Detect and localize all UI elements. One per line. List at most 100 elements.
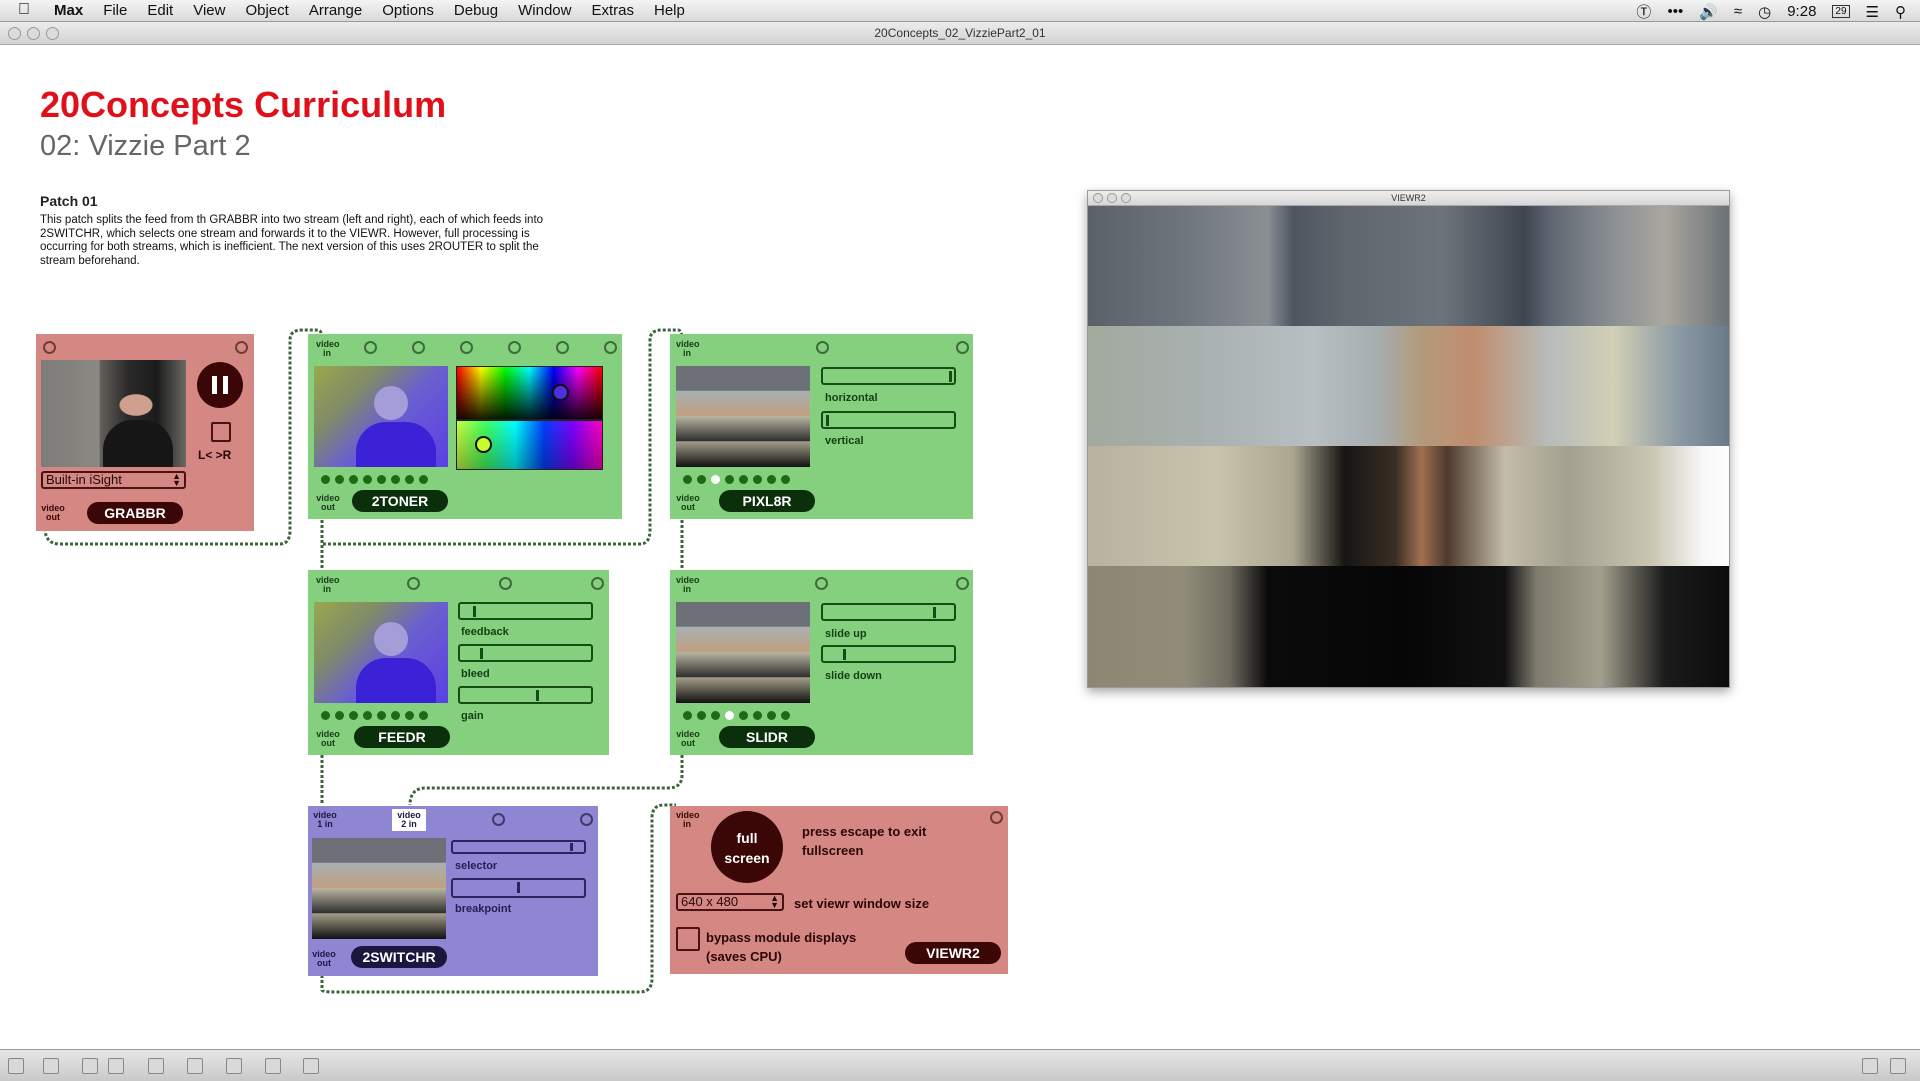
viewer-close-button[interactable] (1093, 193, 1103, 203)
module-2toner[interactable]: video in video out 2TONER (308, 334, 622, 519)
menu-help[interactable]: Help (654, 2, 685, 19)
selector-slider-knob[interactable] (570, 843, 573, 851)
breakpoint-slider[interactable] (451, 878, 586, 898)
sidebar-toggle-icon[interactable] (1862, 1058, 1878, 1074)
menu-arrange[interactable]: Arrange (309, 2, 362, 19)
color-picker-2-handle[interactable] (475, 436, 492, 453)
pixl8r-inlet-2[interactable] (956, 341, 969, 354)
feedr-module-badge[interactable]: FEEDR (354, 726, 450, 748)
slide-down-slider-knob[interactable] (843, 649, 846, 660)
menu-object[interactable]: Object (245, 2, 288, 19)
bleed-slider[interactable] (458, 644, 593, 662)
viewer-minimize-button[interactable] (1107, 193, 1117, 203)
camera-menu[interactable]: Built-in iSight ▲ ▼ (41, 471, 186, 489)
2switchr-inlet-1[interactable] (492, 813, 505, 826)
apple-logo-icon[interactable]:  (18, 1, 30, 19)
color-picker-1[interactable] (456, 366, 603, 420)
bypass-checkbox[interactable] (676, 927, 700, 951)
mirror-toggle[interactable] (211, 422, 231, 442)
2toner-inlet-2[interactable] (412, 341, 425, 354)
gain-slider-knob[interactable] (536, 690, 539, 701)
info-icon[interactable] (187, 1058, 203, 1074)
2toner-inlet-1[interactable] (364, 341, 377, 354)
menu-window[interactable]: Window (518, 2, 571, 19)
2switchr-video2-in-label[interactable]: video 2 in (392, 809, 426, 831)
presentation-icon[interactable] (43, 1058, 59, 1074)
menu-view[interactable]: View (193, 2, 225, 19)
grabbr-inlet-right[interactable] (235, 341, 248, 354)
gain-slider[interactable] (458, 686, 593, 704)
panel-toggle-icon[interactable] (1890, 1058, 1906, 1074)
viewer-window[interactable]: VIEWR2 (1087, 190, 1730, 688)
bleed-slider-knob[interactable] (480, 648, 483, 659)
pause-button[interactable] (197, 362, 243, 408)
led (377, 711, 386, 720)
grid-icon[interactable] (265, 1058, 281, 1074)
comment-icon[interactable] (148, 1058, 164, 1074)
module-grabbr[interactable]: L< >R Built-in iSight ▲ ▼ video out GRABB… (36, 334, 254, 531)
menu-options[interactable]: Options (382, 2, 434, 19)
horizontal-slider-knob[interactable] (949, 371, 952, 382)
lock-icon[interactable] (8, 1058, 24, 1074)
feedr-inlet-2[interactable] (499, 577, 512, 590)
slide-down-slider[interactable] (821, 645, 956, 663)
clock[interactable]: 9:28 (1787, 3, 1816, 20)
menu-debug[interactable]: Debug (454, 2, 498, 19)
feedback-slider[interactable] (458, 602, 593, 620)
feedr-inlet-3[interactable] (591, 577, 604, 590)
color-picker-2[interactable] (456, 420, 603, 470)
slidr-inlet-2[interactable] (956, 577, 969, 590)
color-picker-1-handle[interactable] (552, 384, 569, 401)
menu-extras[interactable]: Extras (591, 2, 634, 19)
module-feedr[interactable]: video in feedback bleed gain video out F… (308, 570, 609, 755)
wifi-icon[interactable]: ≈ (1734, 3, 1742, 20)
2toner-inlet-3[interactable] (460, 341, 473, 354)
menu-max[interactable]: Max (54, 2, 83, 19)
menu-edit[interactable]: Edit (147, 2, 173, 19)
2toner-inlet-5[interactable] (556, 341, 569, 354)
2switchr-module-badge[interactable]: 2SWITCHR (351, 946, 447, 968)
vertical-slider-knob[interactable] (826, 415, 829, 426)
slidr-module-badge[interactable]: SLIDR (719, 726, 815, 748)
viewr2-module-badge[interactable]: VIEWR2 (905, 942, 1001, 964)
viewr-inlet[interactable] (990, 811, 1003, 824)
grabbr-module-badge[interactable]: GRABBR (87, 502, 183, 524)
vertical-slider[interactable] (821, 411, 956, 429)
more-icon[interactable]: ••• (1667, 3, 1683, 20)
2toner-inlet-6[interactable] (604, 341, 617, 354)
list-icon[interactable]: ☰ (1866, 3, 1879, 21)
window-titlebar: 20Concepts_02_VizziePart2_01 (0, 22, 1920, 45)
pixl8r-inlet-1[interactable] (816, 341, 829, 354)
spotlight-icon[interactable]: ⚲ (1895, 3, 1906, 21)
horizontal-slider[interactable] (821, 367, 956, 385)
volume-icon[interactable]: 🔊 (1699, 3, 1718, 21)
delete-icon[interactable] (108, 1058, 124, 1074)
fullscreen-button[interactable]: full screen (711, 811, 783, 883)
feedr-inlet-1[interactable] (407, 577, 420, 590)
2toner-inlet-4[interactable] (508, 341, 521, 354)
selector-slider[interactable] (451, 840, 586, 854)
module-viewr2[interactable]: video in full screen press escape to exi… (670, 806, 1008, 974)
snap-icon[interactable] (303, 1058, 319, 1074)
slide-up-slider[interactable] (821, 603, 956, 621)
pixl8r-module-badge[interactable]: PIXL8R (719, 490, 815, 512)
led (697, 475, 706, 484)
time-machine-icon[interactable]: ◷ (1758, 3, 1771, 21)
slide-up-slider-knob[interactable] (933, 607, 936, 618)
2toner-module-badge[interactable]: 2TONER (352, 490, 448, 512)
viewer-zoom-button[interactable] (1121, 193, 1131, 203)
breakpoint-slider-knob[interactable] (517, 882, 520, 893)
sync-icon[interactable]: Ⓣ (1636, 1, 1651, 22)
new-object-icon[interactable] (82, 1058, 98, 1074)
module-slidr[interactable]: video in slide up slide down video out S… (670, 570, 973, 755)
module-pixl8r[interactable]: video in horizontal vertical video out P… (670, 334, 973, 519)
2switchr-inlet-2[interactable] (580, 813, 593, 826)
calendar-icon[interactable]: 29 (1832, 5, 1850, 18)
grabbr-inlet[interactable] (43, 341, 56, 354)
module-2switchr[interactable]: video 1 in video 2 in selector breakpoin… (308, 806, 598, 976)
slidr-inlet-1[interactable] (815, 577, 828, 590)
window-size-menu[interactable]: 640 x 480 ▲ ▼ (676, 893, 784, 911)
menu-file[interactable]: File (103, 2, 127, 19)
inspector-icon[interactable] (226, 1058, 242, 1074)
feedback-slider-knob[interactable] (473, 606, 476, 617)
